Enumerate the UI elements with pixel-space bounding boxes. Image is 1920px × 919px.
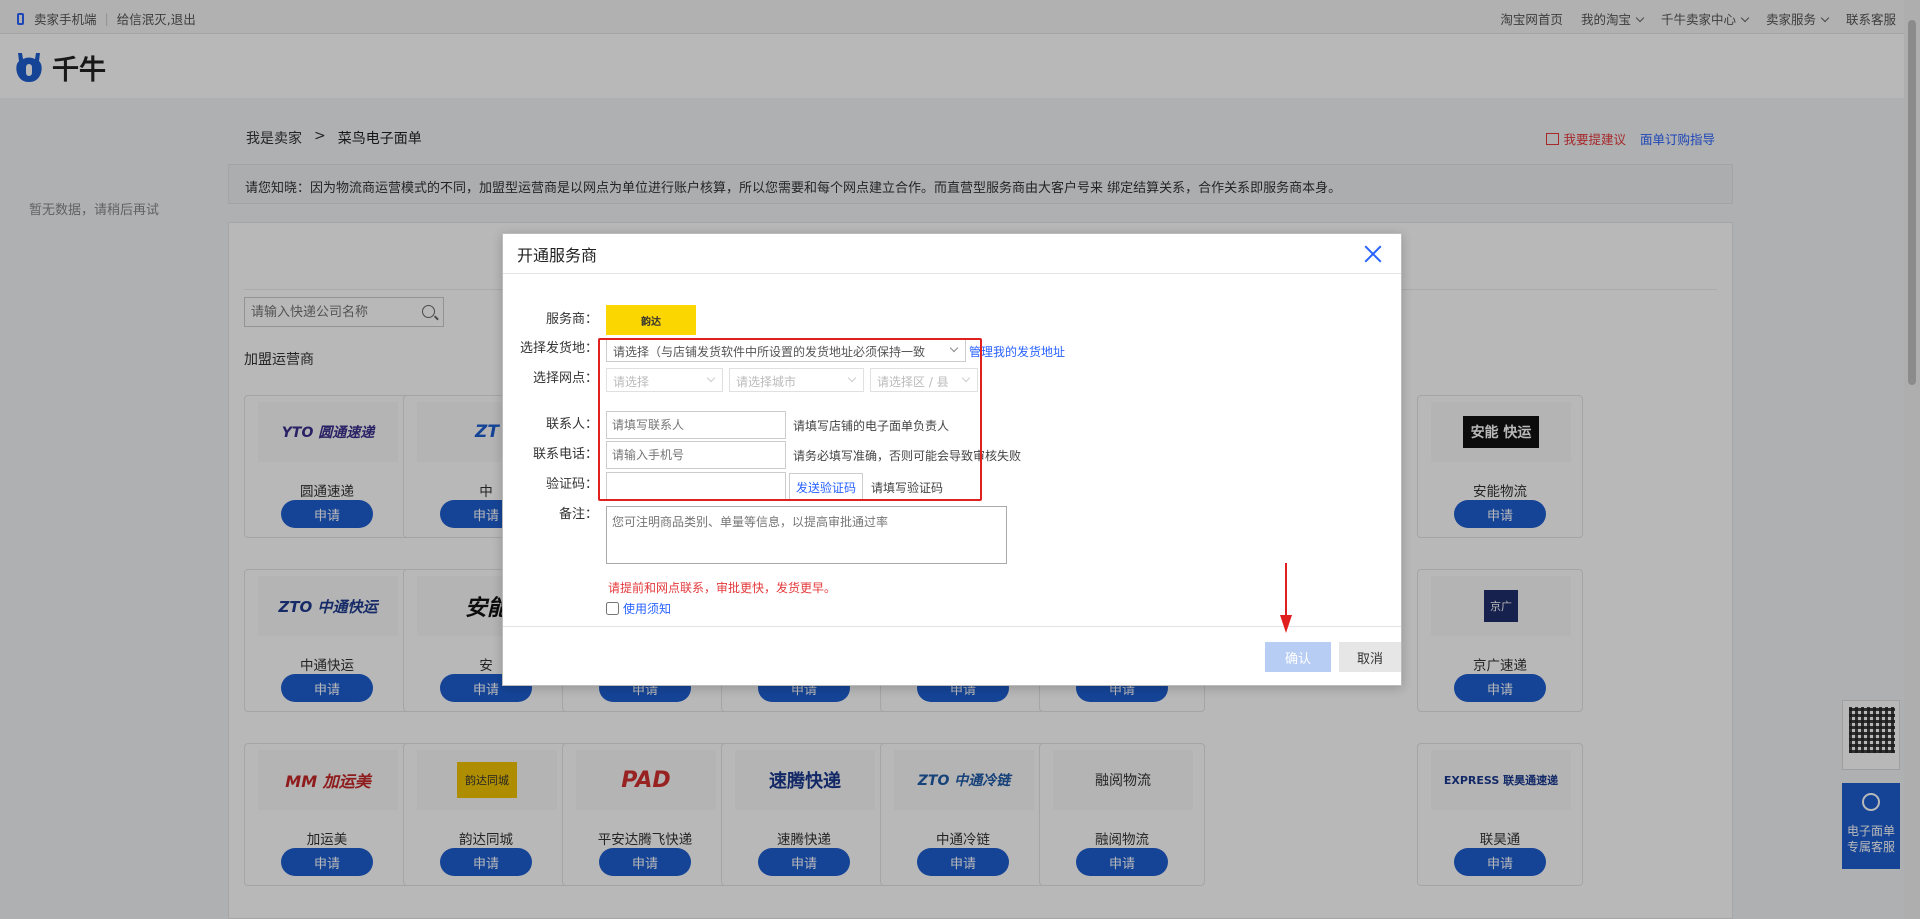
arrow-down-icon xyxy=(1280,563,1292,633)
chevron-down-icon xyxy=(961,373,971,383)
verification-code-input[interactable] xyxy=(606,472,786,500)
chevron-down-icon xyxy=(706,373,716,383)
contact-input[interactable] xyxy=(606,411,786,439)
divider xyxy=(503,626,1401,627)
chevron-down-icon xyxy=(847,373,857,383)
province-select-value: 请选择 xyxy=(613,375,650,389)
provider-logo-text: 韵达 xyxy=(641,316,661,328)
province-select[interactable]: 请选择 xyxy=(606,368,723,392)
origin-label: 选择发货地： xyxy=(519,341,598,356)
warning-text: 请提前和网点联系，审批更快，发货更早。 xyxy=(608,581,837,595)
code-label: 验证码： xyxy=(545,477,598,492)
agree-checkbox[interactable] xyxy=(606,602,619,615)
city-select-value: 请选择城市 xyxy=(736,375,797,389)
outlet-label: 选择网点： xyxy=(532,371,598,386)
divider xyxy=(503,273,1401,274)
district-select[interactable]: 请选择区 / 县 xyxy=(870,368,978,392)
confirm-button[interactable]: 确认 xyxy=(1265,642,1331,672)
district-select-value: 请选择区 / 县 xyxy=(877,375,949,389)
origin-select-value: 请选择（与店铺发货软件中所设置的发货地址必须保持一致 xyxy=(613,345,926,359)
chevron-down-icon xyxy=(949,343,959,353)
phone-input[interactable] xyxy=(606,441,786,469)
terms-link[interactable]: 使用须知 xyxy=(623,600,671,617)
open-provider-dialog: 开通服务商 服务商： 韵达 选择发货地： 请选择（与店铺发货软件中所设置的发货地… xyxy=(502,233,1402,686)
contact-label: 联系人： xyxy=(545,417,598,432)
contact-hint: 请填写店铺的电子面单负责人 xyxy=(793,419,950,433)
phone-label: 联系电话： xyxy=(532,447,598,462)
dialog-title: 开通服务商 xyxy=(517,246,598,265)
provider-label: 服务商： xyxy=(545,312,598,327)
send-code-button[interactable]: 发送验证码 xyxy=(789,473,863,501)
close-icon[interactable] xyxy=(1363,244,1383,264)
phone-hint: 请务必填写准确，否则可能会导致审核失败 xyxy=(793,449,1022,463)
code-hint: 请填写验证码 xyxy=(871,481,944,495)
remark-label: 备注： xyxy=(558,507,598,522)
agree-terms: 使用须知 xyxy=(606,600,671,617)
origin-select[interactable]: 请选择（与店铺发货软件中所设置的发货地址必须保持一致 xyxy=(606,338,966,362)
cancel-button[interactable]: 取消 xyxy=(1339,642,1401,672)
provider-logo: 韵达 xyxy=(606,305,696,335)
city-select[interactable]: 请选择城市 xyxy=(729,368,864,392)
remark-textarea[interactable] xyxy=(606,506,1007,564)
manage-address-link[interactable]: 管理我的发货地址 xyxy=(969,343,1065,360)
